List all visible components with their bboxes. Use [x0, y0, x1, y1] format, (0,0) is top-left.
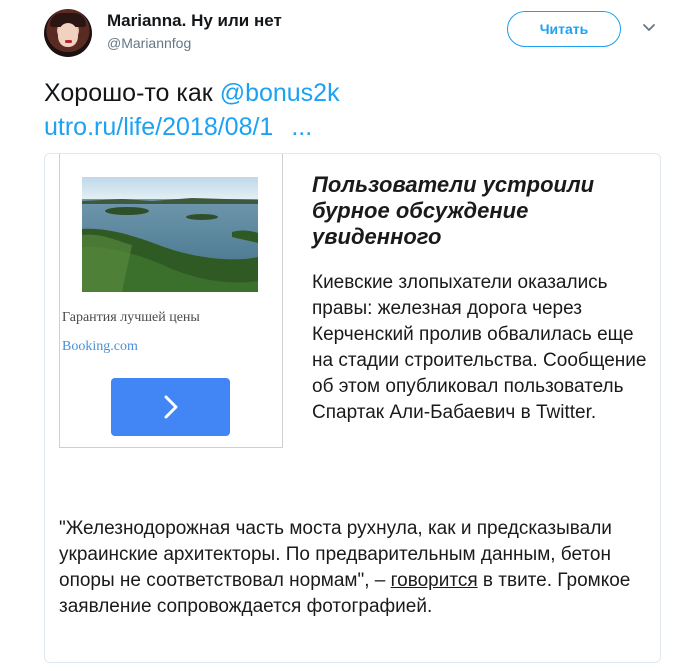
ad-banner[interactable]: Гарантия лучшей цены Booking.com: [59, 154, 283, 448]
tweet-text: Хорошо-то как @bonus2k: [44, 77, 340, 109]
chevron-right-icon: [164, 395, 177, 419]
card-lead: Киевские злопыхатели оказались правы: же…: [312, 272, 647, 423]
avatar[interactable]: [44, 9, 92, 57]
card-body: "Железнодорожная часть моста рухнула, ка…: [59, 516, 654, 620]
avatar-face: [58, 23, 78, 47]
ad-source[interactable]: Booking.com: [62, 339, 138, 355]
tweet-url-ellipsis[interactable]: ...: [291, 113, 312, 141]
tweet-url[interactable]: utro.ru/life/2018/08/1...: [44, 111, 312, 143]
link-card[interactable]: Гарантия лучшей цены Booking.com Пользов…: [44, 153, 661, 663]
card-body-link[interactable]: говорится: [391, 570, 478, 591]
ad-photo[interactable]: [82, 177, 258, 292]
user-handle[interactable]: @Mariannfog: [107, 35, 191, 51]
display-name[interactable]: Marianna. Ну или нет: [107, 11, 282, 31]
ad-next-button[interactable]: [111, 378, 230, 436]
mention-link[interactable]: @bonus2k: [220, 79, 340, 107]
card-headline[interactable]: Пользователи устроили бурное обсуждение …: [312, 172, 657, 250]
tweet-text-prefix: Хорошо-то как: [44, 79, 220, 107]
ad-caption: Гарантия лучшей цены: [62, 310, 200, 325]
follow-button[interactable]: Читать: [507, 11, 621, 47]
tweet-url-text[interactable]: utro.ru/life/2018/08/1: [44, 113, 273, 141]
chevron-down-icon[interactable]: [641, 22, 657, 34]
avatar-lips: [65, 40, 72, 43]
